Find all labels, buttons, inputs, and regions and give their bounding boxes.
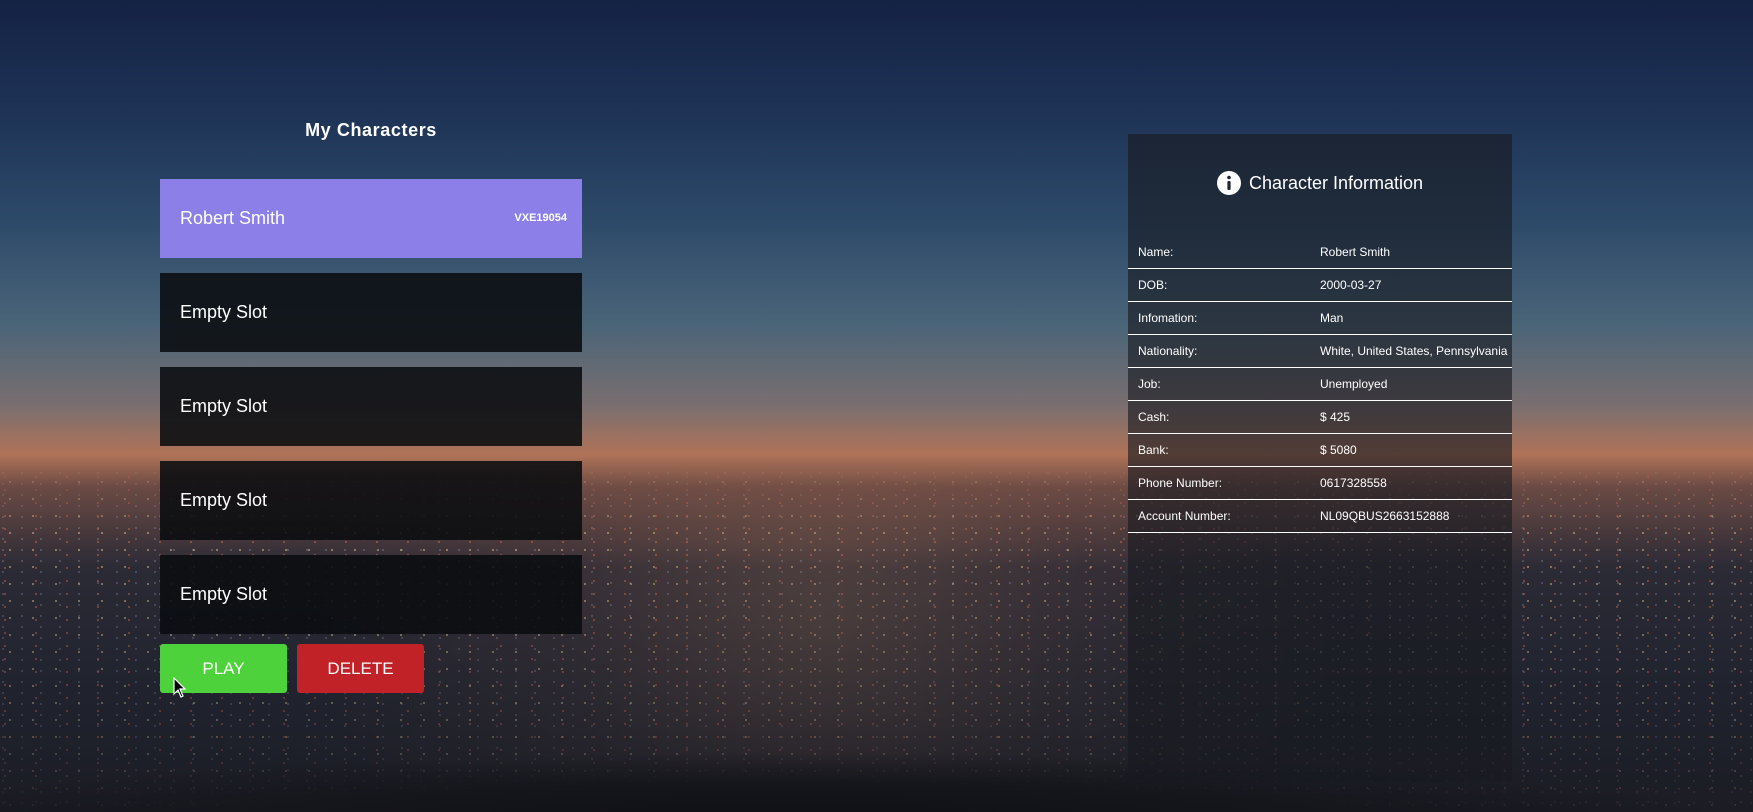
character-slot-5[interactable]: Empty Slot xyxy=(160,555,582,634)
info-icon xyxy=(1216,171,1241,195)
character-slot-2[interactable]: Empty Slot xyxy=(160,273,582,352)
info-row-cash: Cash: $ 425 xyxy=(1128,401,1512,434)
slot-name: Empty Slot xyxy=(180,396,268,416)
info-row-name: Name: Robert Smith xyxy=(1128,236,1512,269)
slot-name: Empty Slot xyxy=(180,584,268,604)
info-row-dob: DOB: 2000-03-27 xyxy=(1128,269,1512,302)
info-value: 0617328558 xyxy=(1320,476,1387,490)
delete-button[interactable]: DELETE xyxy=(297,644,424,693)
slot-id: VXE19054 xyxy=(514,212,567,224)
info-label: Cash: xyxy=(1138,410,1170,424)
info-label: Phone Number: xyxy=(1138,476,1223,490)
character-list-title: My Characters xyxy=(305,120,437,140)
character-list-panel: My Characters Robert Smith VXE19054 Empt… xyxy=(160,118,582,649)
info-value: White, United States, Pennsylvania xyxy=(1320,344,1508,358)
slot-name: Empty Slot xyxy=(180,302,268,322)
character-slot-3[interactable]: Empty Slot xyxy=(160,367,582,446)
info-row-job: Job: Unemployed xyxy=(1128,368,1512,401)
info-label: Bank: xyxy=(1138,443,1169,457)
info-row-nationality: Nationality: White, United States, Penns… xyxy=(1128,335,1512,368)
info-title: Character Information xyxy=(1248,172,1424,193)
info-value: $ 425 xyxy=(1320,410,1351,424)
character-slot-1[interactable]: Robert Smith VXE19054 xyxy=(160,179,582,258)
character-slot-4[interactable]: Empty Slot xyxy=(160,461,582,540)
info-value: Man xyxy=(1320,311,1344,325)
info-label: Name: xyxy=(1138,245,1174,259)
info-label: Infomation: xyxy=(1138,311,1198,325)
info-value: Robert Smith xyxy=(1320,245,1391,259)
info-value: NL09QBUS2663152888 xyxy=(1320,509,1450,523)
character-info-panel: Character Information Name: Robert Smith… xyxy=(1128,134,1512,782)
info-label: Job: xyxy=(1138,377,1161,391)
info-value: Unemployed xyxy=(1320,377,1388,391)
info-value: $ 5080 xyxy=(1320,443,1357,457)
info-label: Nationality: xyxy=(1138,344,1198,358)
info-label: Account Number: xyxy=(1138,509,1231,523)
info-table: Name: Robert Smith DOB: 2000-03-27 Infom… xyxy=(1128,236,1512,533)
info-row-phone-number: Phone Number: 0617328558 xyxy=(1128,467,1512,500)
slot-name: Empty Slot xyxy=(180,490,268,510)
info-row-bank: Bank: $ 5080 xyxy=(1128,434,1512,467)
info-row-account-number: Account Number: NL09QBUS2663152888 xyxy=(1128,500,1512,533)
info-label: DOB: xyxy=(1138,278,1168,292)
info-value: 2000-03-27 xyxy=(1320,278,1382,292)
slot-name: Robert Smith xyxy=(180,208,286,228)
info-header: Character Information xyxy=(1128,153,1512,213)
info-row-information: Infomation: Man xyxy=(1128,302,1512,335)
